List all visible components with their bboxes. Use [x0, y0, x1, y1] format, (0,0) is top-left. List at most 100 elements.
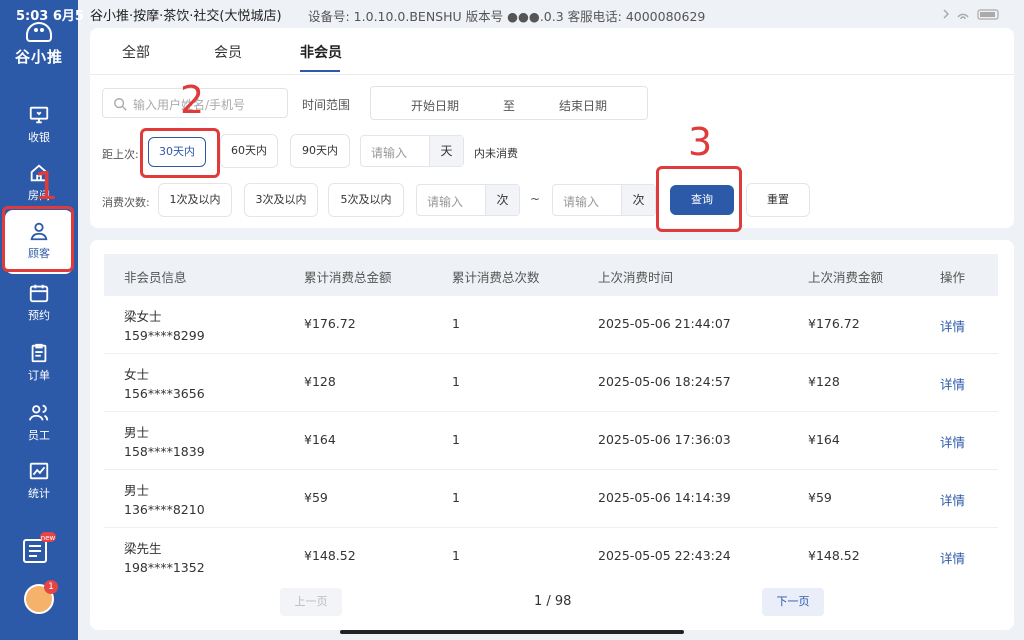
device-info: 设备号: 1.0.10.0.BENSHU 版本号 ●●●.0.3 客服电话: 4… — [308, 9, 706, 24]
pagination: 上一页 1 / 98 下一页 — [90, 580, 1014, 630]
total-count: 1 — [452, 432, 460, 447]
min-count-placeholder: 请输入 — [427, 195, 464, 209]
customer-name: 梁先生 — [124, 541, 162, 556]
last-amount: ¥164 — [808, 432, 840, 447]
customer-phone: 198****1352 — [124, 560, 205, 575]
total-amount: ¥176.72 — [304, 316, 356, 331]
total-count: 1 — [452, 548, 460, 563]
table-row: 女士 156****3656 ¥128 1 2025-05-06 18:24:5… — [104, 354, 998, 412]
customer-name: 男士 — [124, 483, 150, 498]
sidebar-item-appointments[interactable]: 预约 — [0, 278, 78, 332]
tab-non-members[interactable]: 非会员 — [300, 42, 342, 62]
sidebar-item-orders[interactable]: 订单 — [0, 338, 78, 392]
last-time: 2025-05-06 17:36:03 — [598, 432, 731, 447]
last-amount: ¥128 — [808, 374, 840, 389]
max-count-placeholder: 请输入 — [563, 195, 600, 209]
page-indicator: 1 / 98 — [534, 594, 572, 609]
range-tilde: ~ — [530, 192, 541, 206]
consume-count-label: 消费次数: — [102, 196, 150, 209]
last-time: 2025-05-05 22:43:24 — [598, 548, 731, 563]
sidebar-item-label: 统计 — [28, 487, 50, 500]
customer-phone: 158****1839 — [124, 444, 205, 459]
max-count-unit: 次 — [621, 185, 655, 215]
option-5-times[interactable]: 5次及以内 — [328, 183, 404, 217]
min-count-unit: 次 — [485, 185, 519, 215]
next-page-button[interactable]: 下一页 — [762, 588, 824, 616]
no-consume-label: 内未消费 — [474, 147, 518, 160]
filter-panel: 全部 会员 非会员 输入用户姓名/手机号 时间范围 开始日期 至 结束日期 距上… — [90, 28, 1014, 228]
detail-link[interactable]: 详情 — [940, 316, 965, 335]
header-total-count: 累计消费总次数 — [452, 270, 540, 285]
prev-page-button[interactable]: 上一页 — [280, 588, 342, 616]
date-range-picker[interactable]: 开始日期 至 结束日期 — [370, 86, 648, 120]
customer-phone: 136****8210 — [124, 502, 205, 517]
total-amount: ¥164 — [304, 432, 336, 447]
reset-button[interactable]: 重置 — [746, 183, 810, 217]
detail-link[interactable]: 详情 — [940, 432, 965, 451]
news-icon[interactable]: new — [22, 532, 56, 566]
detail-link[interactable]: 详情 — [940, 548, 965, 567]
last-amount: ¥176.72 — [808, 316, 860, 331]
header-action: 操作 — [940, 270, 966, 285]
option-90-days[interactable]: 90天内 — [290, 134, 350, 168]
sidebar-item-label: 员工 — [28, 429, 50, 442]
total-amount: ¥59 — [304, 490, 328, 505]
option-60-days[interactable]: 60天内 — [220, 134, 278, 168]
sidebar-item-label: 订单 — [28, 369, 50, 382]
days-input[interactable]: 请输入 天 — [360, 135, 464, 167]
total-amount: ¥128 — [304, 374, 336, 389]
news-badge-text: new — [41, 534, 56, 542]
table-row: 梁女士 159****8299 ¥176.72 1 2025-05-06 21:… — [104, 296, 998, 354]
table-header: 非会员信息 累计消费总金额 累计消费总次数 上次消费时间 上次消费金额 操作 — [104, 254, 998, 296]
customer-phone: 159****8299 — [124, 328, 205, 343]
header-last-amount: 上次消费金额 — [808, 270, 884, 285]
home-indicator — [340, 630, 684, 634]
last-time: 2025-05-06 21:44:07 — [598, 316, 731, 331]
detail-link[interactable]: 详情 — [940, 374, 965, 393]
total-count: 1 — [452, 374, 460, 389]
sidebar-item-statistics[interactable]: 统计 — [0, 456, 78, 510]
min-count-input[interactable]: 请输入 次 — [416, 184, 520, 216]
tab-all[interactable]: 全部 — [122, 42, 150, 62]
chart-icon — [29, 462, 49, 480]
status-bar: 5:03 6月5 谷小推·按摩·茶饮·社交(大悦城店) 设备号: 1.0.10.… — [0, 0, 1024, 28]
notification-badge: 1 — [44, 580, 58, 594]
customer-name: 男士 — [124, 425, 150, 440]
last-amount: ¥148.52 — [808, 548, 860, 563]
users-icon — [28, 404, 49, 421]
search-icon — [114, 98, 127, 111]
customer-name: 女士 — [124, 367, 150, 382]
customer-table: 非会员信息 累计消费总金额 累计消费总次数 上次消费时间 上次消费金额 操作 梁… — [90, 240, 1014, 630]
time-range-label: 时间范围 — [302, 98, 351, 112]
last-time: 2025-05-06 18:24:57 — [598, 374, 731, 389]
tab-members[interactable]: 会员 — [214, 42, 242, 62]
option-1-time[interactable]: 1次及以内 — [158, 183, 232, 217]
tab-underline — [300, 70, 340, 72]
last-visit-label: 距上次: — [102, 148, 139, 161]
header-total-amount: 累计消费总金额 — [304, 270, 392, 285]
total-amount: ¥148.52 — [304, 548, 356, 563]
option-3-times[interactable]: 3次及以内 — [244, 183, 318, 217]
battery-icon — [943, 9, 999, 20]
max-count-input[interactable]: 请输入 次 — [552, 184, 656, 216]
sidebar-item-staff[interactable]: 员工 — [0, 398, 78, 452]
annotation-box-2 — [140, 128, 220, 178]
sidebar: 谷小推 收银 房间 顾客 预约 订单 员工 统计 new 1 — [0, 0, 78, 640]
store-title: 谷小推·按摩·茶饮·社交(大悦城店) — [90, 9, 282, 24]
sidebar-item-label: 收银 — [28, 131, 50, 144]
annotation-number-3: 3 — [688, 120, 713, 164]
status-time: 5:03 6月5 — [16, 9, 84, 24]
end-date-field[interactable]: 结束日期 — [559, 97, 607, 114]
annotation-box-3 — [656, 166, 742, 232]
logo-text: 谷小推 — [14, 48, 63, 66]
header-last-time: 上次消费时间 — [598, 270, 674, 285]
annotation-number-2: 2 — [180, 78, 205, 122]
logo: 谷小推 — [0, 22, 78, 67]
start-date-field[interactable]: 开始日期 — [411, 97, 459, 114]
customer-phone: 156****3656 — [124, 386, 205, 401]
total-count: 1 — [452, 490, 460, 505]
table-row: 男士 158****1839 ¥164 1 2025-05-06 17:36:0… — [104, 412, 998, 470]
sidebar-item-cashier[interactable]: 收银 — [0, 100, 78, 154]
detail-link[interactable]: 详情 — [940, 490, 965, 509]
table-row: 梁先生 198****1352 ¥148.52 1 2025-05-05 22:… — [104, 528, 998, 586]
